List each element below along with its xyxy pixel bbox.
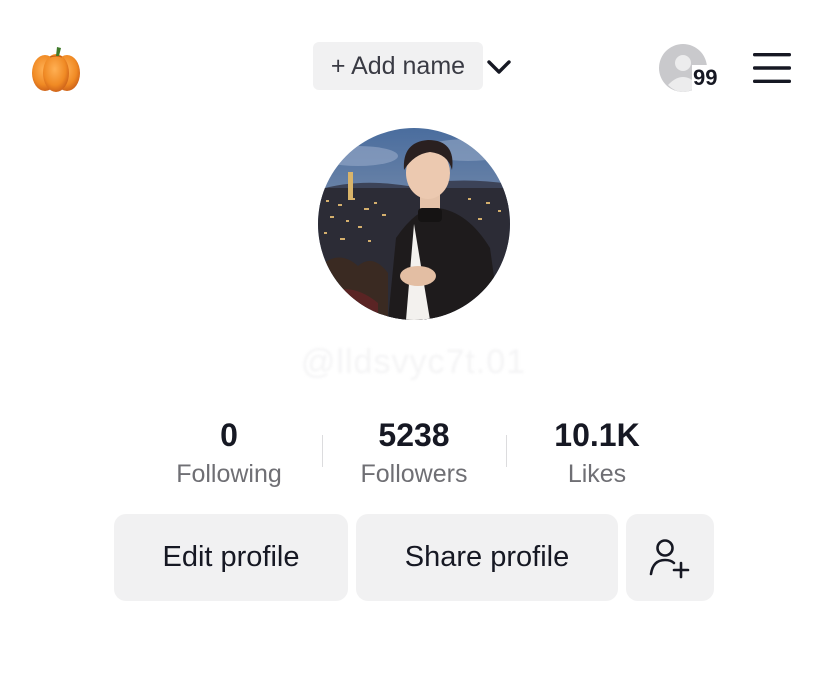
username-handle: @lldsvyc7t.01 <box>300 343 527 381</box>
share-profile-button[interactable]: Share profile <box>356 514 618 601</box>
stat-likes[interactable]: 10.1K Likes <box>512 414 682 492</box>
followers-count: 5238 <box>378 417 450 453</box>
followers-label: Followers <box>360 460 468 488</box>
profile-photo <box>318 128 510 320</box>
stat-followers[interactable]: 5238 Followers <box>329 414 499 492</box>
following-count: 0 <box>220 417 238 453</box>
stat-following[interactable]: 0 Following <box>144 414 314 492</box>
chevron-down-icon[interactable] <box>485 55 513 79</box>
following-label: Following <box>176 460 282 488</box>
friends-count-badge: 99 <box>692 65 719 91</box>
likes-label: Likes <box>567 460 627 488</box>
likes-count: 10.1K <box>554 417 640 453</box>
stat-divider <box>322 435 323 467</box>
stat-divider <box>506 435 507 467</box>
hamburger-menu-icon[interactable] <box>752 52 792 84</box>
edit-profile-button[interactable]: Edit profile <box>114 514 348 601</box>
add-friend-button[interactable] <box>626 514 714 601</box>
add-name-button[interactable]: + Add name <box>313 42 483 90</box>
profile-avatar[interactable] <box>318 128 510 320</box>
add-friend-icon <box>649 538 690 578</box>
pumpkin-icon <box>32 47 80 92</box>
